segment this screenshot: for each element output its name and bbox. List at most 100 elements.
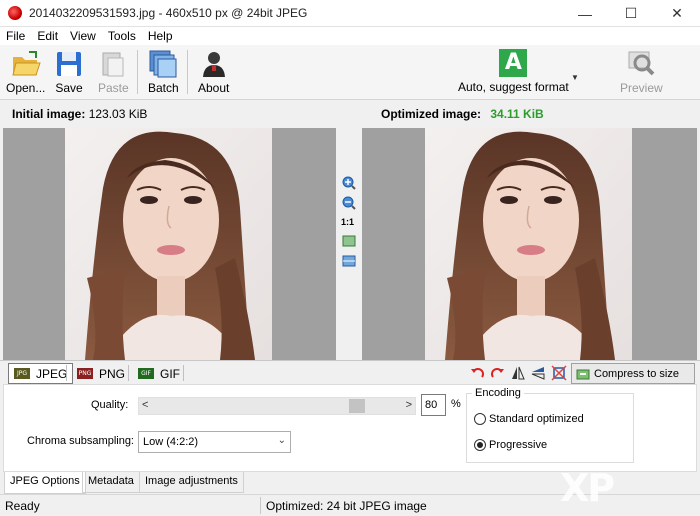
quality-input[interactable]: 80 xyxy=(421,394,446,416)
format-tabs-row: JPG JPEG PNG PNG GIF GIF Compress to siz… xyxy=(0,360,700,384)
progressive-radio[interactable]: Progressive xyxy=(474,439,547,451)
png-icon: PNG xyxy=(77,368,93,379)
jpeg-options-panel: Quality: < > 80 % Chroma subsampling: Lo… xyxy=(3,384,697,472)
initial-size-label: Initial image: xyxy=(12,107,86,121)
initial-size-info: Initial image: 123.03 KiB xyxy=(12,107,147,121)
encoding-label: Encoding xyxy=(472,387,524,399)
save-label: Save xyxy=(55,81,83,95)
chevron-down-icon[interactable]: ▼ xyxy=(571,73,579,82)
tab-jpeg-options[interactable]: JPEG Options xyxy=(4,472,86,494)
rotate-right-icon[interactable] xyxy=(489,365,505,381)
quality-slider[interactable]: < > xyxy=(138,397,416,415)
menu-file[interactable]: File xyxy=(0,29,31,43)
optimized-size-info: Optimized image: 34.11 KiB xyxy=(381,107,544,121)
optimized-image-pane[interactable] xyxy=(362,128,697,360)
actual-size-button[interactable]: 1:1 xyxy=(341,217,354,227)
paste-icon xyxy=(102,52,124,77)
batch-label: Batch xyxy=(148,81,179,95)
auto-suggest-format-button[interactable]: A Auto, suggest format xyxy=(458,49,569,94)
tab-jpeg[interactable]: JPG JPEG xyxy=(8,363,74,384)
preview-button[interactable]: Preview xyxy=(620,49,663,95)
toolbar: Open... Save Paste Batch About A Auto, s… xyxy=(0,45,700,100)
open-button[interactable]: Open... xyxy=(6,49,45,95)
save-button[interactable]: Save xyxy=(54,49,84,95)
size-info-bar: Initial image: 123.03 KiB Optimized imag… xyxy=(0,100,700,128)
about-button[interactable]: About xyxy=(198,49,229,95)
tab-png[interactable]: PNG PNG xyxy=(72,363,130,384)
encoding-group xyxy=(466,393,634,463)
tab-jpeg-label: JPEG xyxy=(36,366,68,381)
quality-label: Quality: xyxy=(91,399,129,411)
compress-to-size-label: Compress to size xyxy=(594,367,679,380)
floppy-disk-icon xyxy=(57,52,81,76)
window-title: 2014032209531593.jpg - 460x510 px @ 24bi… xyxy=(29,6,308,20)
gif-icon: GIF xyxy=(138,368,154,379)
folder-open-icon xyxy=(12,51,41,76)
format-separator xyxy=(66,365,67,381)
batch-icon xyxy=(149,50,177,78)
maximize-button[interactable]: ☐ xyxy=(608,0,654,27)
tab-gif-label: GIF xyxy=(160,366,180,381)
preview-label: Preview xyxy=(620,81,663,95)
menu-tools[interactable]: Tools xyxy=(102,29,142,43)
slider-left-arrow[interactable]: < xyxy=(142,399,148,411)
radio-standard[interactable] xyxy=(474,413,486,425)
zoom-in-icon[interactable] xyxy=(342,176,356,190)
flip-horizontal-icon[interactable] xyxy=(510,365,526,381)
chevron-down-icon: ⌄ xyxy=(277,435,286,446)
open-label: Open... xyxy=(6,81,46,95)
batch-button[interactable]: Batch xyxy=(148,49,179,95)
fit-to-window-icon[interactable] xyxy=(342,234,356,248)
app-icon xyxy=(8,6,22,20)
paste-label: Paste xyxy=(98,81,129,95)
magnifier-icon xyxy=(628,51,655,76)
optimized-size-value: 34.11 KiB xyxy=(490,107,544,121)
watermark-logo: XP xyxy=(560,466,615,510)
menu-edit[interactable]: Edit xyxy=(31,29,64,43)
title-bar: 2014032209531593.jpg - 460x510 px @ 24bi… xyxy=(0,0,700,27)
flip-vertical-icon[interactable] xyxy=(530,365,546,381)
chroma-subsampling-label: Chroma subsampling: xyxy=(27,435,134,447)
standard-optimized-radio[interactable]: Standard optimized xyxy=(474,413,584,425)
minimize-button[interactable]: — xyxy=(562,0,608,27)
compress-to-size-button[interactable]: Compress to size xyxy=(571,363,695,384)
toolbar-separator xyxy=(137,50,138,94)
quality-slider-thumb[interactable] xyxy=(349,399,365,413)
toolbar-separator xyxy=(187,50,188,94)
paste-button[interactable]: Paste xyxy=(98,49,129,95)
rotate-left-icon[interactable] xyxy=(470,365,486,381)
zoom-toolbar: 1:1 xyxy=(336,128,362,360)
about-label: About xyxy=(198,81,230,95)
status-ready: Ready xyxy=(5,499,40,513)
status-optimized: Optimized: 24 bit JPEG image xyxy=(266,499,427,513)
standard-optimized-label: Standard optimized xyxy=(489,413,584,425)
tab-png-label: PNG xyxy=(99,366,126,381)
initial-image xyxy=(65,128,272,360)
jpeg-icon: JPG xyxy=(14,368,30,379)
chroma-subsampling-select[interactable]: Low (4:2:2) ⌄ xyxy=(138,431,291,453)
chroma-subsampling-value: Low (4:2:2) xyxy=(143,436,199,448)
person-icon xyxy=(202,52,225,77)
initial-size-value: 123.03 KiB xyxy=(88,107,148,121)
close-button[interactable]: ✕ xyxy=(654,0,700,27)
progressive-label: Progressive xyxy=(489,439,548,451)
initial-image-pane[interactable] xyxy=(3,128,336,360)
menu-help[interactable]: Help xyxy=(142,29,179,43)
tab-image-adjustments[interactable]: Image adjustments xyxy=(139,472,244,493)
tab-gif[interactable]: GIF GIF xyxy=(133,363,185,384)
zoom-out-icon[interactable] xyxy=(342,196,356,210)
slider-right-arrow[interactable]: > xyxy=(406,399,412,411)
auto-format-icon: A xyxy=(499,49,528,77)
format-separator xyxy=(183,365,184,381)
quality-unit: % xyxy=(451,398,461,410)
compress-icon xyxy=(576,369,590,379)
optimized-size-label: Optimized image: xyxy=(381,107,482,121)
split-view-icon[interactable] xyxy=(342,254,356,268)
radio-progressive[interactable] xyxy=(474,439,486,451)
crop-icon[interactable] xyxy=(551,365,567,381)
optimized-image xyxy=(425,128,632,360)
menu-bar: File Edit View Tools Help xyxy=(0,27,700,45)
tab-metadata[interactable]: Metadata xyxy=(82,472,140,493)
menu-view[interactable]: View xyxy=(64,29,102,43)
format-separator xyxy=(128,365,129,381)
